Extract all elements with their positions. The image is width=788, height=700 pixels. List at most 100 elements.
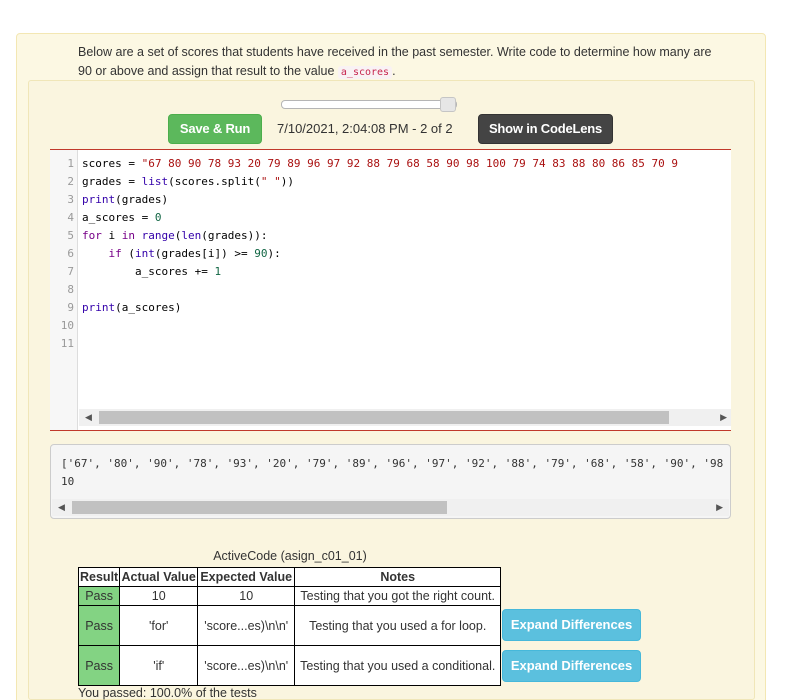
header-notes: Notes: [294, 567, 502, 587]
code-text[interactable]: print(grades): [82, 191, 168, 209]
code-text[interactable]: if (int(grades[i]) >= 90):: [82, 245, 281, 263]
table-row: Pass 10 10 Testing that you got the righ…: [77, 586, 502, 606]
code-token: (grades[i]) >=: [154, 247, 255, 260]
output-scrollbar-thumb[interactable]: [72, 501, 447, 514]
history-timestamp: 7/10/2021, 2:04:08 PM - 2 of 2: [277, 121, 453, 136]
show-codelens-button[interactable]: Show in CodeLens: [478, 114, 613, 144]
code-token: list: [141, 175, 169, 188]
code-token: len: [181, 229, 202, 242]
output-horizontal-scrollbar[interactable]: ◀ ▶: [52, 499, 729, 516]
code-token: ):: [267, 247, 281, 260]
result-cell: Pass: [77, 605, 121, 646]
line-number: 9: [67, 301, 74, 314]
table-row: Pass 'if' 'score...es)\n\n' Testing that…: [77, 645, 502, 686]
results-caption: ActiveCode (asign_c01_01): [213, 549, 367, 563]
code-token: grades =: [82, 175, 142, 188]
line-number: 6: [67, 247, 74, 260]
editor-horizontal-scrollbar[interactable]: ◀ ▶: [79, 409, 731, 426]
code-token: "67 80 90 78 93 20 79 89 96 97 92 88 79 …: [141, 157, 679, 170]
code-token: print: [82, 301, 116, 314]
code-token: " ": [260, 175, 281, 188]
code-token: 0: [154, 211, 162, 224]
code-line[interactable]: 11: [50, 335, 731, 353]
prompt-trailing: .: [392, 64, 396, 78]
code-editor[interactable]: 1 scores = "67 80 90 78 93 20 79 89 96 97…: [50, 149, 731, 431]
actual-cell: 'if': [119, 645, 199, 686]
line-number: 11: [60, 337, 74, 350]
test-summary: You passed: 100.0% of the tests: [78, 686, 257, 700]
prompt-code-term: a_scores: [337, 66, 393, 79]
code-line[interactable]: 1 scores = "67 80 90 78 93 20 79 89 96 97…: [50, 155, 731, 173]
history-slider-handle[interactable]: [440, 97, 456, 112]
expected-cell: 'score...es)\n\n': [197, 645, 296, 686]
code-line[interactable]: 3 print(grades): [50, 191, 731, 209]
code-line[interactable]: 8: [50, 281, 731, 299]
code-line[interactable]: 4 a_scores = 0: [50, 209, 731, 227]
header-result: Result: [77, 567, 121, 587]
code-token: (grades): [115, 193, 169, 206]
scroll-right-icon[interactable]: ▶: [720, 412, 727, 423]
line-number: 7: [67, 265, 74, 278]
scroll-left-icon[interactable]: ◀: [85, 412, 92, 423]
result-cell: Pass: [77, 645, 121, 686]
notes-cell: Testing that you used a conditional.: [294, 645, 502, 686]
code-token: (grades)):: [201, 229, 268, 242]
code-line[interactable]: 2 grades = list(scores.split(" ")): [50, 173, 731, 191]
code-line[interactable]: 10: [50, 317, 731, 335]
code-token: int: [135, 247, 155, 260]
code-token: in: [121, 229, 135, 242]
code-line[interactable]: 7 a_scores += 1: [50, 263, 731, 281]
code-token: for: [82, 229, 102, 242]
unit-test-results-table: Result Actual Value Expected Value Notes…: [77, 567, 502, 686]
program-output: ['67', '80', '90', '78', '93', '20', '79…: [50, 444, 731, 519]
actual-cell: 10: [119, 586, 199, 606]
question-prompt: Below are a set of scores that students …: [78, 43, 718, 82]
code-text[interactable]: for i in range(len(grades)):: [82, 227, 267, 245]
expand-differences-button[interactable]: Expand Differences: [502, 609, 641, 641]
code-line[interactable]: 9 print(a_scores): [50, 299, 731, 317]
code-line[interactable]: 5 for i in range(len(grades)):: [50, 227, 731, 245]
output-scroll-right-icon[interactable]: ▶: [716, 502, 723, 513]
save-run-button[interactable]: Save & Run: [168, 114, 262, 144]
history-slider-track[interactable]: [281, 100, 457, 109]
code-text[interactable]: a_scores += 1: [82, 263, 221, 281]
output-text: ['67', '80', '90', '78', '93', '20', '79…: [61, 457, 724, 488]
code-text[interactable]: scores = "67 80 90 78 93 20 79 89 96 97 …: [82, 155, 678, 173]
code-text[interactable]: print(a_scores): [82, 299, 181, 317]
header-actual: Actual Value: [119, 567, 199, 587]
code-token: 90: [254, 247, 268, 260]
code-token: scores =: [82, 157, 142, 170]
expected-cell: 'score...es)\n\n': [197, 605, 296, 646]
code-token: print: [82, 193, 116, 206]
line-number: 8: [67, 283, 74, 296]
result-cell: Pass: [77, 586, 121, 606]
line-number: 3: [67, 193, 74, 206]
line-number: 5: [67, 229, 74, 242]
code-token: (: [121, 247, 135, 260]
code-token: a_scores =: [82, 211, 155, 224]
table-row: Pass 'for' 'score...es)\n\n' Testing tha…: [77, 605, 502, 646]
code-token: a_scores +=: [82, 265, 215, 278]
code-token: range: [141, 229, 175, 242]
expand-differences-button[interactable]: Expand Differences: [502, 650, 641, 682]
editor-scrollbar-thumb[interactable]: [99, 411, 669, 424]
notes-cell: Testing that you used a for loop.: [294, 605, 502, 646]
code-token: i: [101, 229, 122, 242]
history-slider[interactable]: [281, 97, 457, 112]
actual-cell: 'for': [119, 605, 199, 646]
code-token: if: [108, 247, 122, 260]
code-token: (a_scores): [115, 301, 182, 314]
code-token: (scores.split(: [168, 175, 261, 188]
expected-cell: 10: [197, 586, 296, 606]
code-token: 1: [214, 265, 222, 278]
code-text[interactable]: a_scores = 0: [82, 209, 161, 227]
code-text[interactable]: grades = list(scores.split(" ")): [82, 173, 294, 191]
notes-cell: Testing that you got the right count.: [294, 586, 502, 606]
code-token: )): [280, 175, 294, 188]
code-lines[interactable]: 1 scores = "67 80 90 78 93 20 79 89 96 97…: [50, 155, 731, 353]
code-line[interactable]: 6 if (int(grades[i]) >= 90):: [50, 245, 731, 263]
output-scroll-left-icon[interactable]: ◀: [58, 502, 65, 513]
header-expected: Expected Value: [197, 567, 296, 587]
